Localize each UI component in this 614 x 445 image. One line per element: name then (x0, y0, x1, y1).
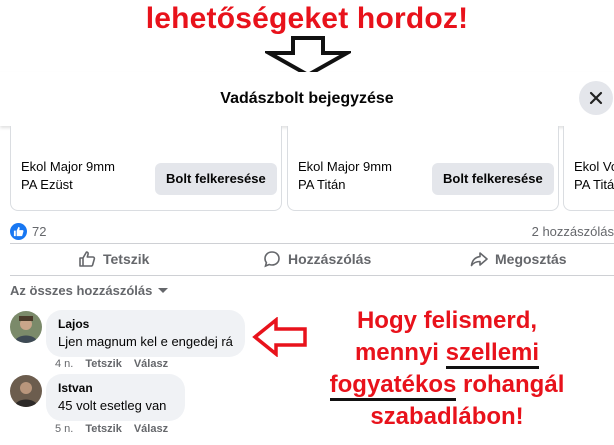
comment-text: 45 volt esetleg van (58, 398, 167, 413)
divider (10, 243, 614, 244)
banner-text: lehetőségeket hordoz! (145, 2, 469, 35)
comment-meta: 5 n. Tetszik Válasz (55, 423, 168, 435)
comment-icon (264, 251, 280, 268)
like-label: Tetszik (103, 251, 150, 267)
thumbs-up-icon (10, 223, 27, 240)
annotation-text: Hogy felismerd, mennyi szellemi fogyaték… (329, 307, 565, 430)
comment-meta: 4 n. Tetszik Válasz (55, 358, 168, 370)
product-name: Ekol Vo PA Titá (574, 159, 614, 192)
comment-button[interactable]: Hozzászólás (263, 250, 371, 268)
comment-count[interactable]: 2 hozzászólás (532, 224, 614, 239)
thumbs-up-icon (79, 251, 96, 267)
product-card[interactable]: Ekol Major 9mm PA Ezüst Bolt felkeresése (10, 126, 282, 211)
comment-bubble: Istvan 45 volt esetleg van (46, 374, 185, 421)
like-button[interactable]: Tetszik (78, 250, 149, 268)
reaction-summary[interactable]: 72 (10, 223, 46, 240)
product-name: Ekol Major 9mm PA Titán (298, 159, 392, 192)
comment-reply-link[interactable]: Válasz (134, 358, 168, 370)
divider (10, 275, 614, 276)
comment-time[interactable]: 4 n. (55, 358, 73, 370)
reaction-count: 72 (32, 224, 47, 239)
product-card[interactable]: Ekol Vo PA Titá (563, 126, 614, 211)
comment-time[interactable]: 5 n. (55, 423, 73, 435)
visit-shop-button[interactable]: Bolt felkeresése (155, 163, 277, 195)
avatar[interactable] (10, 375, 42, 407)
share-button[interactable]: Megosztás (470, 250, 567, 268)
comment-bubble: Lajos Ljen magnum kel e engedej rá (46, 310, 245, 357)
chevron-down-icon (158, 287, 169, 293)
avatar[interactable] (10, 311, 42, 343)
filter-label: Az összes hozzászólás (10, 283, 153, 298)
page-title: Vadászbolt bejegyzése (220, 90, 394, 107)
comment-text: Ljen magnum kel e engedej rá (58, 334, 233, 349)
share-icon (470, 252, 488, 267)
comment-filter[interactable]: Az összes hozzászólás (10, 283, 169, 298)
comment-reply-link[interactable]: Válasz (134, 423, 168, 435)
close-icon (589, 91, 603, 105)
comment-label: Hozzászólás (288, 251, 372, 267)
comment-author[interactable]: Lajos (58, 317, 233, 331)
comment-like-link[interactable]: Tetszik (85, 423, 121, 435)
product-carousel: Ekol Major 9mm PA Ezüst Bolt felkeresése… (0, 126, 614, 212)
comment-like-link[interactable]: Tetszik (85, 358, 121, 370)
close-button[interactable] (579, 81, 613, 115)
share-label: Megosztás (495, 251, 567, 267)
product-name: Ekol Major 9mm PA Ezüst (21, 159, 115, 192)
visit-shop-button[interactable]: Bolt felkeresése (432, 163, 554, 195)
comment-author[interactable]: Istvan (58, 381, 173, 395)
product-card[interactable]: Ekol Major 9mm PA Titán Bolt felkeresése (287, 126, 559, 211)
